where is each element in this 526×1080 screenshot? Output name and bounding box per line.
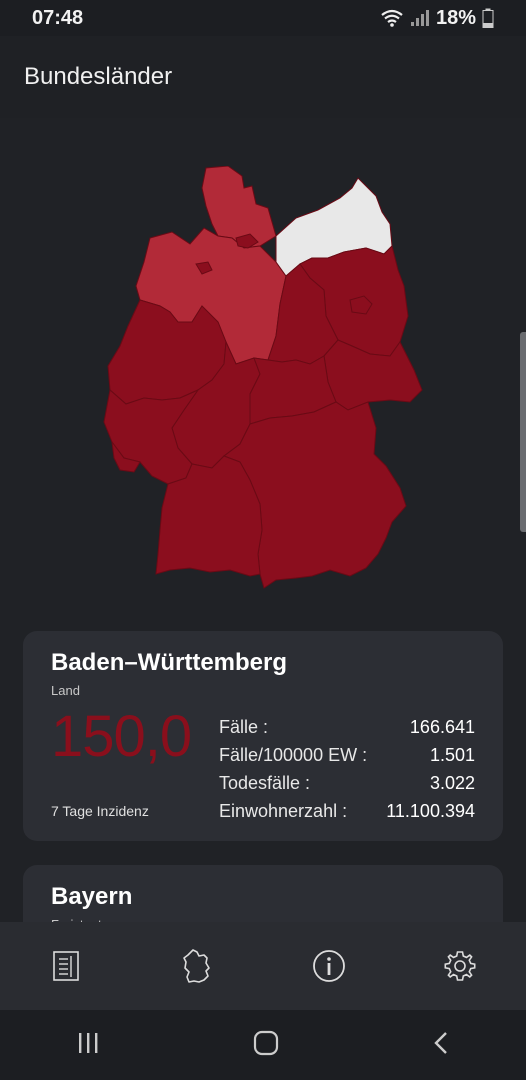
stat-row: Fälle/100000 EW : 1.501 xyxy=(219,741,475,769)
recent-apps-icon xyxy=(79,1032,98,1053)
stat-value: 11.100.394 xyxy=(386,801,475,821)
stat-row: Fälle : 166.641 xyxy=(219,713,475,741)
back-icon xyxy=(433,1031,447,1054)
battery-icon xyxy=(482,8,494,28)
germany-map-icon xyxy=(183,949,211,983)
state-card[interactable]: Baden–Württemberg Land 150,0 7 Tage Inzi… xyxy=(23,631,503,841)
signal-icon xyxy=(410,10,429,26)
recent-apps-button[interactable] xyxy=(76,1032,100,1059)
nav-map[interactable] xyxy=(167,936,227,996)
scrollbar-handle[interactable] xyxy=(520,332,526,532)
stat-label: Todesfälle : xyxy=(219,773,311,793)
stat-label: Fälle : xyxy=(219,717,269,737)
state-name: Bayern xyxy=(51,883,133,910)
content-scroll-area[interactable]: Baden–Württemberg Land 150,0 7 Tage Inzi… xyxy=(0,118,526,922)
stat-value: 166.641 xyxy=(409,717,475,737)
stat-label: Fälle/100000 EW : xyxy=(219,745,368,765)
battery-percent: 18% xyxy=(435,6,476,29)
status-icons: 18% xyxy=(380,7,494,30)
stats-list: Fälle : 166.641 Fälle/100000 EW : 1.501 … xyxy=(219,713,475,825)
incidence-value: 150,0 xyxy=(51,704,192,769)
stat-row: Einwohnerzahl : 11.100.394 xyxy=(219,797,475,825)
state-name: Baden–Württemberg xyxy=(51,649,288,676)
back-button[interactable] xyxy=(432,1030,450,1061)
nav-settings[interactable] xyxy=(430,936,490,996)
state-type: Land xyxy=(51,683,80,698)
nav-info[interactable] xyxy=(299,936,359,996)
status-time: 07:48 xyxy=(32,6,84,29)
home-button[interactable] xyxy=(253,1030,279,1061)
info-icon xyxy=(312,950,345,982)
home-icon xyxy=(253,1030,279,1055)
page-title: Bundesländer xyxy=(24,63,173,90)
stat-label: Einwohnerzahl : xyxy=(219,801,348,821)
status-bar: 07:48 18% xyxy=(0,0,526,36)
app-bar: Bundesländer xyxy=(0,36,526,118)
stat-value: 3.022 xyxy=(429,773,475,793)
stat-value: 1.501 xyxy=(429,745,475,765)
system-navigation xyxy=(0,1010,526,1080)
wifi-icon xyxy=(381,9,403,27)
germany-map xyxy=(100,165,430,596)
stat-row: Todesfälle : 3.022 xyxy=(219,769,475,797)
incidence-label: 7 Tage Inzidenz xyxy=(51,803,149,819)
state-card[interactable]: Bayern Freistaat xyxy=(23,865,503,922)
list-icon xyxy=(52,951,79,981)
nav-list[interactable] xyxy=(36,936,96,996)
gear-icon xyxy=(444,951,476,981)
bottom-navigation xyxy=(0,922,526,1010)
